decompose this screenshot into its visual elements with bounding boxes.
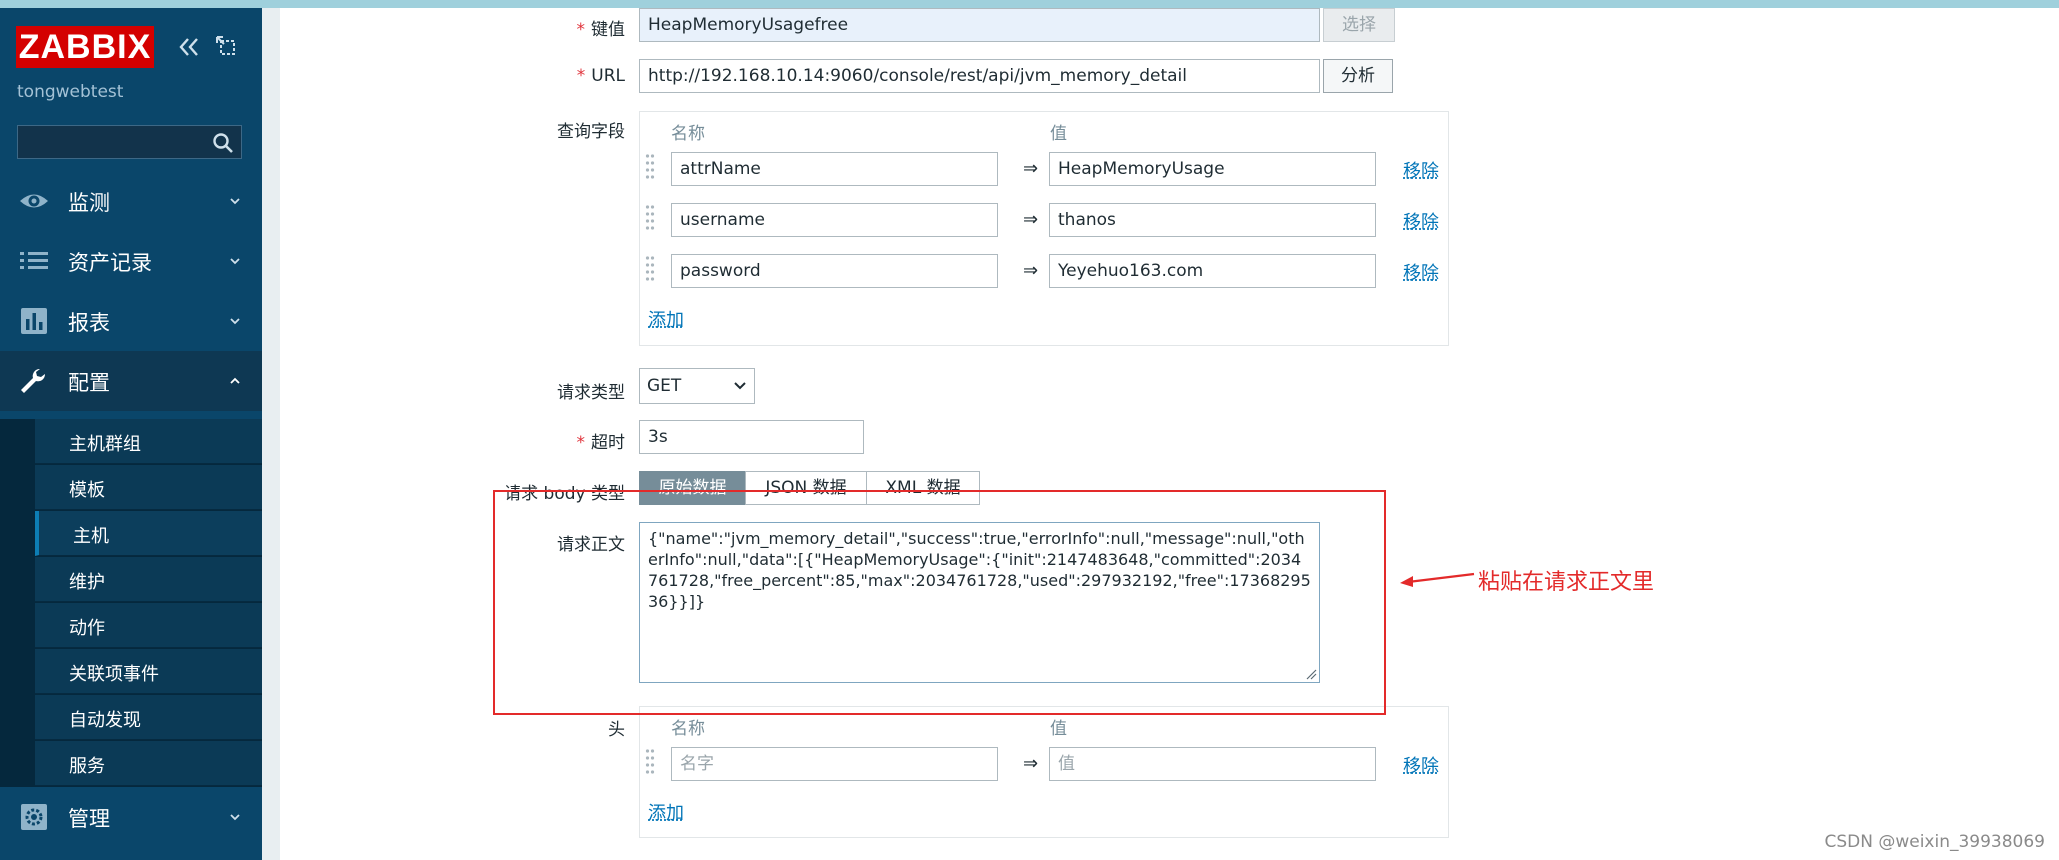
column-header-value: 值	[1050, 124, 1067, 144]
query-value-input[interactable]: thanos	[1049, 203, 1376, 237]
url-input[interactable]: http://192.168.10.14:9060/console/rest/a…	[639, 59, 1320, 93]
remove-link[interactable]: 移除	[1403, 259, 1439, 285]
bar-chart-icon	[21, 308, 47, 334]
chevron-down-icon	[230, 258, 240, 265]
remove-link[interactable]: 移除	[1403, 752, 1439, 778]
submenu-item-hosts[interactable]: 主机	[35, 511, 262, 556]
search-input[interactable]	[17, 125, 242, 159]
menu-item-monitoring[interactable]: 监测	[0, 171, 262, 231]
submenu-item-services[interactable]: 服务	[35, 741, 262, 786]
drag-handle-icon[interactable]	[645, 255, 655, 285]
mapping-arrow: ⇒	[1023, 260, 1039, 281]
submenu-item-host-groups[interactable]: 主机群组	[35, 419, 262, 464]
column-header-name: 名称	[671, 124, 705, 144]
submenu-item-actions[interactable]: 动作	[35, 603, 262, 648]
add-header-link[interactable]: 添加	[648, 799, 684, 825]
watermark: CSDN @weixin_39938069	[1824, 832, 2045, 852]
sidebar: ZABBIX tongwebtest 监测 资产记录 报表 配置 主机群组 模板…	[0, 8, 262, 860]
headers-label: 头	[608, 720, 625, 740]
parse-button[interactable]: 分析	[1323, 59, 1393, 93]
query-value-input[interactable]: Yeyehuo163.com	[1049, 254, 1376, 288]
menu-label: 报表	[68, 311, 110, 335]
drag-handle-icon[interactable]	[645, 153, 655, 183]
chevron-down-icon	[230, 318, 240, 325]
timeout-input[interactable]: 3s	[639, 420, 864, 454]
drag-handle-icon[interactable]	[645, 748, 655, 778]
chevron-down-icon	[230, 198, 240, 205]
submenu-item-discovery[interactable]: 自动发现	[35, 695, 262, 740]
host-name: tongwebtest	[17, 82, 124, 102]
collapse-sidebar-icon[interactable]	[176, 34, 202, 60]
column-header-name: 名称	[671, 719, 705, 739]
mapping-arrow: ⇒	[1023, 753, 1039, 774]
chevron-down-icon	[734, 382, 746, 390]
menu-item-inventory[interactable]: 资产记录	[0, 231, 262, 291]
query-value-input[interactable]: HeapMemoryUsage	[1049, 152, 1376, 186]
timeout-label: * 超时	[576, 433, 626, 453]
eye-icon	[20, 194, 48, 208]
chevron-down-icon	[230, 814, 240, 821]
select-button[interactable]: 选择	[1323, 8, 1395, 42]
drag-handle-icon[interactable]	[645, 204, 655, 234]
query-name-input[interactable]: attrName	[671, 152, 998, 186]
mapping-arrow: ⇒	[1023, 209, 1039, 230]
url-label: * URL	[576, 66, 625, 86]
search-icon[interactable]	[211, 131, 235, 155]
highlight-box	[493, 490, 1386, 715]
menu-item-configuration[interactable]: 配置	[0, 351, 262, 411]
kiosk-mode-icon[interactable]	[214, 34, 236, 56]
menu-label: 资产记录	[68, 251, 152, 275]
annotation-text: 粘贴在请求正文里	[1478, 570, 1655, 595]
query-name-input[interactable]: username	[671, 203, 998, 237]
remove-link[interactable]: 移除	[1403, 208, 1439, 234]
menu-label: 管理	[68, 807, 110, 831]
menu-label: 配置	[68, 371, 110, 395]
list-icon	[20, 252, 48, 269]
menu-item-reports[interactable]: 报表	[0, 291, 262, 351]
submenu-item-templates[interactable]: 模板	[35, 465, 262, 510]
request-type-label: 请求类型	[557, 383, 625, 403]
zabbix-logo[interactable]: ZABBIX	[16, 26, 154, 68]
gear-icon	[21, 804, 47, 830]
header-value-input[interactable]: 值	[1049, 747, 1376, 781]
remove-link[interactable]: 移除	[1403, 157, 1439, 183]
menu-item-administration[interactable]: 管理	[0, 787, 262, 847]
submenu-item-maintenance[interactable]: 维护	[35, 557, 262, 602]
wrench-icon	[21, 368, 46, 393]
header-name-input[interactable]: 名字	[671, 747, 998, 781]
annotation-arrow-icon	[1400, 572, 1475, 587]
menu-label: 监测	[68, 191, 110, 215]
key-label: * 键值	[576, 20, 626, 40]
configuration-submenu: 主机群组 模板 主机 维护 动作 关联项事件 自动发现 服务	[0, 419, 262, 787]
top-strip	[0, 0, 2059, 8]
request-type-select[interactable]: GET	[639, 368, 755, 404]
submenu-item-event-correlation[interactable]: 关联项事件	[35, 649, 262, 694]
key-input[interactable]: HeapMemoryUsagefree	[639, 8, 1320, 42]
query-fields-label: 查询字段	[557, 122, 625, 142]
add-query-field-link[interactable]: 添加	[648, 306, 684, 332]
chevron-up-icon	[230, 377, 240, 384]
mapping-arrow: ⇒	[1023, 158, 1039, 179]
column-header-value: 值	[1050, 719, 1067, 739]
query-name-input[interactable]: password	[671, 254, 998, 288]
